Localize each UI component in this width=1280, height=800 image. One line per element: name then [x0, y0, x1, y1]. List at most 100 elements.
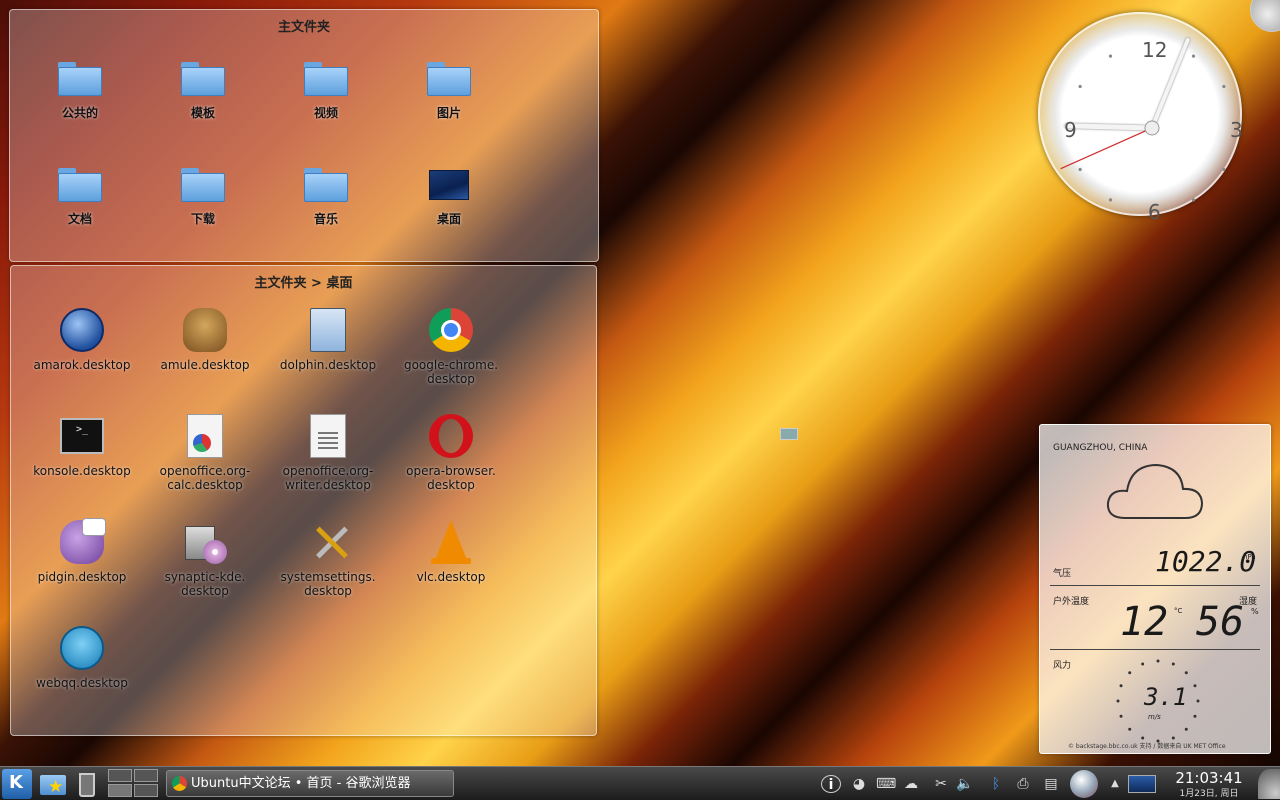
kmix-orb-icon[interactable] — [1070, 770, 1098, 798]
chrome-icon — [172, 776, 187, 791]
desktop-file-item[interactable]: dolphin.desktop — [268, 306, 388, 372]
desktop-file-item[interactable]: openoffice.org-writer.desktop — [268, 412, 388, 492]
desktop-file-item[interactable]: synaptic-kde. desktop — [145, 518, 265, 598]
digital-clock-time[interactable]: 21:03:41 — [1166, 769, 1252, 787]
item-label: webqq.desktop — [36, 676, 128, 690]
opera-icon — [427, 412, 475, 460]
item-label: 下载 — [190, 212, 215, 226]
amarok-icon — [58, 306, 106, 354]
folder-icon — [425, 54, 473, 102]
home-folder-item[interactable]: 模板 — [143, 54, 263, 120]
writer-icon — [304, 412, 352, 460]
clock-number-12: 12 — [1142, 38, 1168, 62]
desktop-file-item[interactable]: vlc.desktop — [391, 518, 511, 584]
info-icon[interactable]: i — [821, 775, 841, 793]
wind-label: 风力 — [1053, 661, 1072, 671]
show-desktop-icon[interactable] — [1128, 775, 1156, 793]
desktop-file-item[interactable]: openoffice.org-calc.desktop — [145, 412, 265, 492]
clipboard-icon[interactable]: ▤ — [1042, 775, 1060, 793]
item-label: 图片 — [436, 106, 461, 120]
clock-number-6: 6 — [1148, 200, 1161, 224]
item-label: google-chrome. desktop — [403, 358, 499, 386]
home-folder-item[interactable]: 音乐 — [266, 160, 386, 226]
show-hidden-icons-arrow[interactable]: ▲ — [1106, 775, 1124, 793]
home-folder-item[interactable]: 文档 — [20, 160, 140, 226]
desktop-file-item[interactable]: google-chrome. desktop — [391, 306, 511, 386]
folderview-title: 主文件夹 > 桌面 — [254, 276, 353, 291]
item-label: 公共的 — [61, 106, 98, 120]
weather-widget[interactable]: GUANGZHOU, CHINA 气压 1022.0 hPa 户外温度 湿度 1… — [1039, 424, 1271, 754]
plasma-cashew-button[interactable] — [1250, 0, 1280, 32]
webqq-icon — [58, 624, 106, 672]
item-label: konsole.desktop — [33, 464, 131, 478]
temperature-value: 12 — [1120, 599, 1169, 645]
desktop-small-icon[interactable] — [780, 428, 798, 440]
panel-cashew-button[interactable] — [1258, 769, 1280, 799]
folderview-home[interactable]: 主文件夹 公共的 模板 视频 图片文档 下载 音乐 桌面 — [9, 9, 599, 262]
desktop-file-item[interactable]: amarok.desktop — [22, 306, 142, 372]
folder-favorites-icon[interactable]: ★ — [38, 769, 68, 799]
desktop-file-item[interactable]: amule.desktop — [145, 306, 265, 372]
item-label: amarok.desktop — [33, 358, 131, 372]
folder-icon — [56, 160, 104, 208]
trash-icon[interactable] — [74, 769, 100, 799]
humidity-unit: % — [1251, 607, 1259, 616]
digital-clock-date[interactable]: 1月23日, 周日 — [1166, 786, 1252, 799]
temperature-label: 户外温度 — [1053, 597, 1090, 607]
desktop-file-item[interactable]: pidgin.desktop — [22, 518, 142, 584]
settings-icon — [304, 518, 352, 566]
kde-menu-icon[interactable]: K — [2, 769, 32, 799]
item-label: 视频 — [313, 106, 338, 120]
pressure-unit: hPa — [1243, 553, 1256, 561]
item-label: opera-browser. desktop — [406, 464, 496, 492]
cloud-sync-icon[interactable]: ☁ — [902, 775, 920, 793]
home-folder-item[interactable]: 图片 — [389, 54, 509, 120]
scissors-icon[interactable]: ✂ — [932, 775, 950, 793]
weather-location: GUANGZHOU, CHINA — [1053, 443, 1148, 453]
item-label: openoffice.org-writer.desktop — [282, 464, 374, 492]
desktop-file-item[interactable]: webqq.desktop — [22, 624, 142, 690]
item-label: 文档 — [67, 212, 92, 226]
home-folder-item[interactable]: 公共的 — [20, 54, 140, 120]
folder-icon — [179, 160, 227, 208]
humidity-value: 56 — [1196, 599, 1245, 645]
item-label: openoffice.org-calc.desktop — [159, 464, 251, 492]
keyboard-icon[interactable]: ⌨ — [876, 775, 896, 793]
desktop-file-item[interactable]: systemsettings. desktop — [268, 518, 388, 598]
home-folder-item[interactable]: 桌面 — [389, 160, 509, 226]
clock-number-9: 9 — [1064, 118, 1077, 142]
network-icon[interactable]: ◕ — [850, 775, 868, 793]
temperature-unit: °C — [1174, 607, 1183, 615]
folderview-desktop[interactable]: 主文件夹 > 桌面 amarok.desktop amule.desktop dol… — [10, 265, 597, 736]
pressure-value: 1022.0 — [1155, 545, 1257, 578]
calc-icon — [181, 412, 229, 460]
pidgin-icon — [58, 518, 106, 566]
task-button-chrome[interactable]: Ubuntu中文论坛 • 首页 - 谷歌浏览器 — [166, 770, 454, 797]
folderview-title: 主文件夹 — [277, 20, 330, 35]
synaptic-icon — [181, 518, 229, 566]
analog-clock-widget[interactable]: 12 3 6 9 — [1038, 12, 1243, 242]
printer-icon[interactable]: ⎙ — [1014, 775, 1032, 793]
pager-widget[interactable] — [108, 769, 160, 799]
dolphin-icon — [304, 306, 352, 354]
clock-face: 12 3 6 9 — [1038, 12, 1243, 224]
amule-icon — [181, 306, 229, 354]
item-label: 音乐 — [313, 212, 338, 226]
volume-icon[interactable]: 🔈 — [956, 775, 974, 793]
home-folder-item[interactable]: 视频 — [266, 54, 386, 120]
konsole-icon: >_ — [58, 412, 106, 460]
desktop-file-item[interactable]: >_ konsole.desktop — [22, 412, 142, 478]
bluetooth-icon[interactable]: ᛒ — [987, 775, 1005, 793]
wind-unit: m/s — [1148, 713, 1161, 721]
home-folder-item[interactable]: 下载 — [143, 160, 263, 226]
item-label: vlc.desktop — [416, 570, 486, 584]
item-label: synaptic-kde. desktop — [164, 570, 246, 598]
desktop-file-item[interactable]: opera-browser. desktop — [391, 412, 511, 492]
pressure-label: 气压 — [1053, 569, 1072, 579]
clock-number-3: 3 — [1230, 118, 1243, 142]
wind-value: 3.1 — [1144, 683, 1188, 711]
desktop-folder-icon — [425, 160, 473, 208]
folder-icon — [179, 54, 227, 102]
item-label: 桌面 — [436, 212, 461, 226]
cloud-icon — [1106, 463, 1204, 519]
